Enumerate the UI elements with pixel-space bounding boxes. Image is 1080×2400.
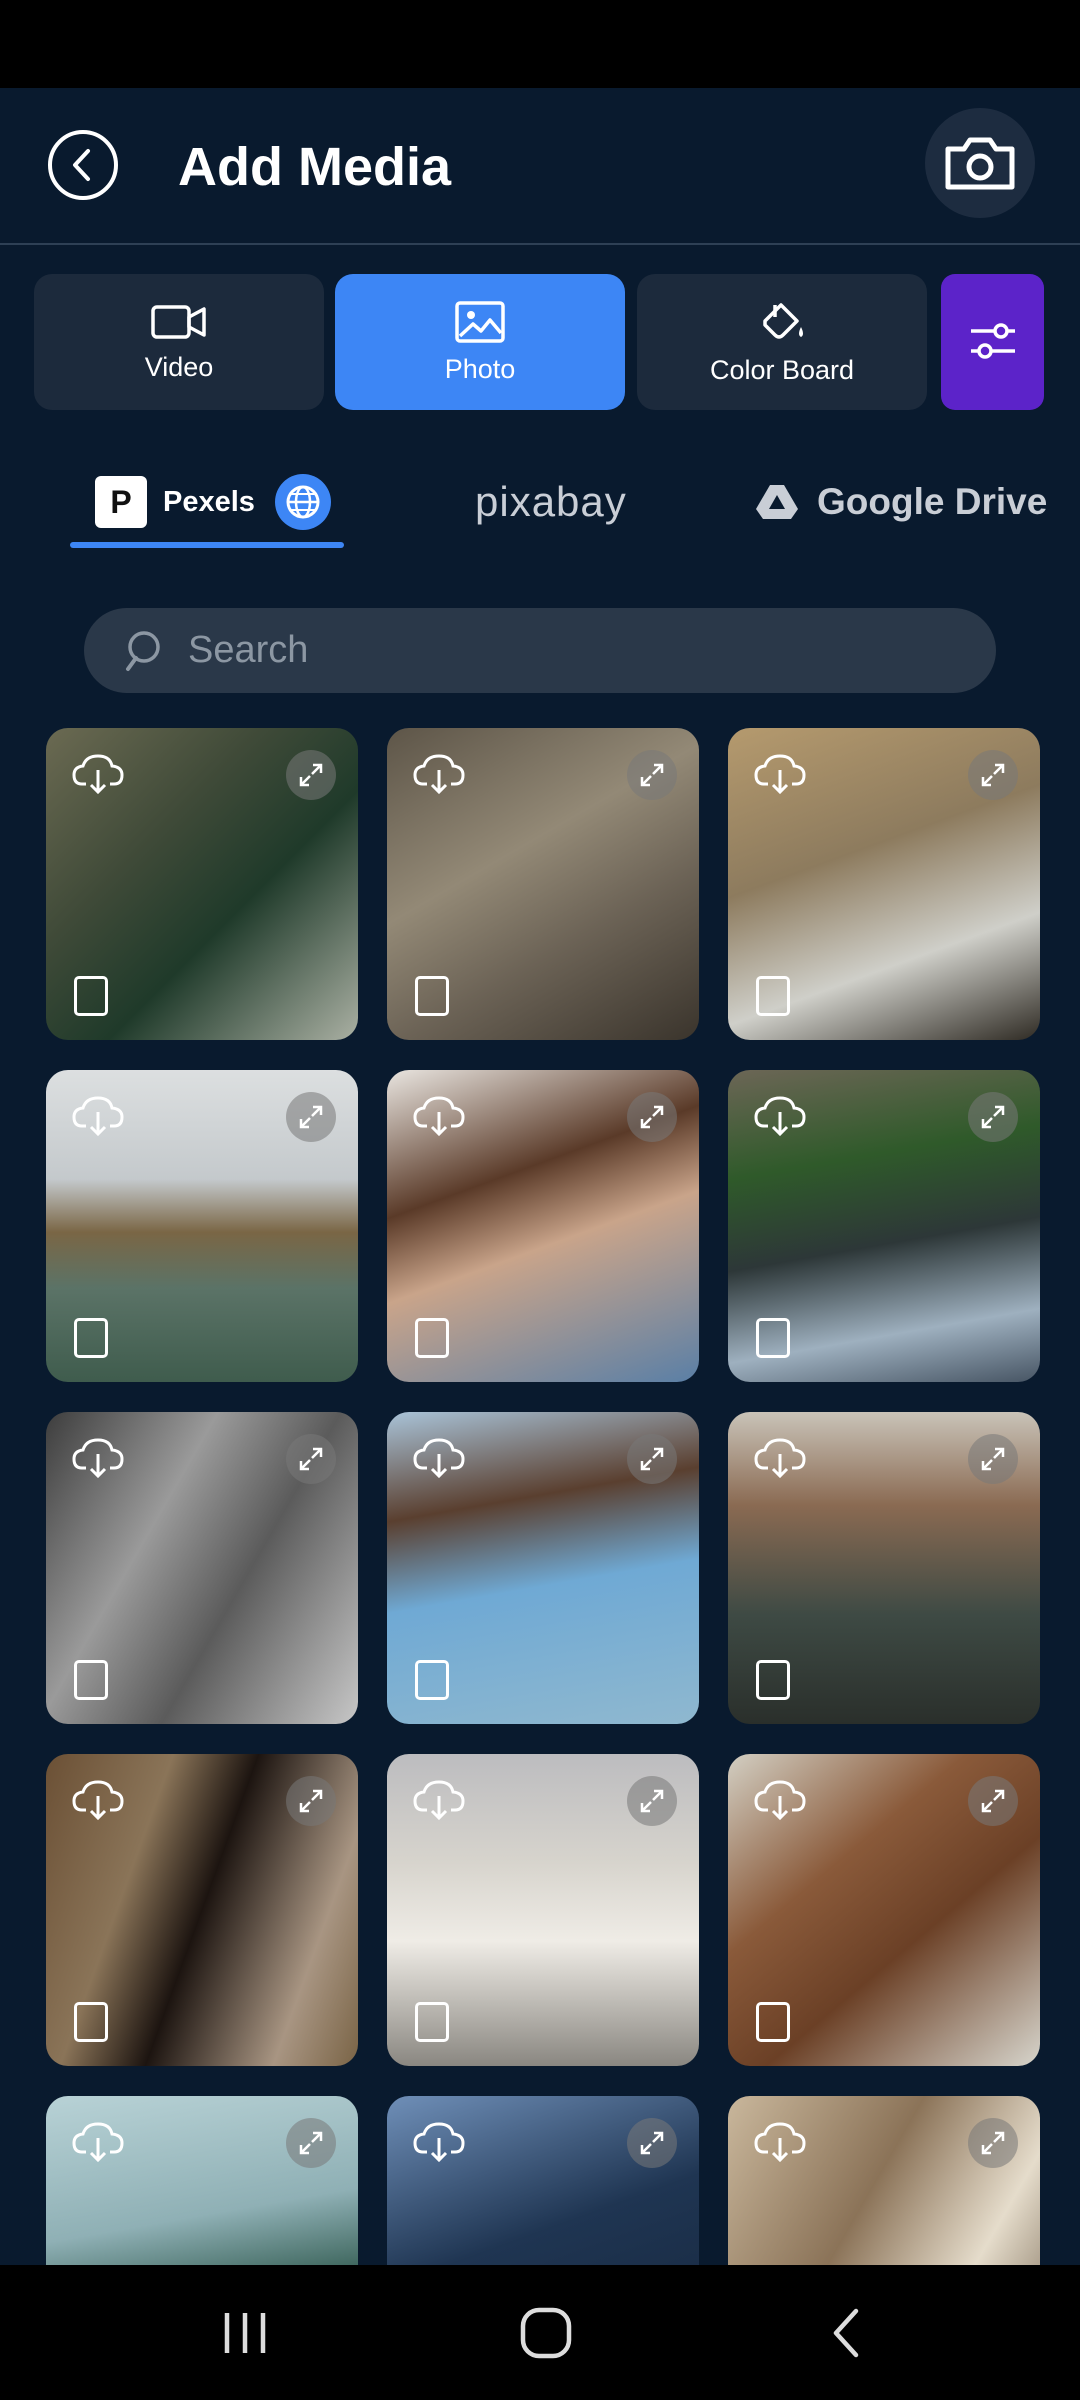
expand-icon[interactable] bbox=[968, 1092, 1018, 1142]
photo-street-sign[interactable] bbox=[46, 2096, 358, 2265]
header: Add Media bbox=[0, 88, 1080, 245]
system-navigation-bar bbox=[0, 2265, 1080, 2400]
source-google-drive-label: Google Drive bbox=[817, 481, 1048, 522]
expand-icon[interactable] bbox=[968, 1434, 1018, 1484]
download-cloud-icon[interactable] bbox=[754, 754, 806, 795]
photo-doorway[interactable] bbox=[728, 2096, 1040, 2265]
download-cloud-icon[interactable] bbox=[72, 754, 124, 795]
active-source-indicator bbox=[70, 542, 344, 548]
download-cloud-icon[interactable] bbox=[413, 1780, 465, 1821]
expand-icon[interactable] bbox=[627, 1776, 677, 1826]
paint-bucket-icon bbox=[763, 302, 803, 339]
download-cloud-icon[interactable] bbox=[413, 754, 465, 795]
back-button[interactable] bbox=[48, 130, 118, 200]
expand-icon[interactable] bbox=[286, 2118, 336, 2168]
film-frame-icon bbox=[415, 2002, 449, 2042]
camera-icon bbox=[945, 137, 1015, 190]
photo-lizard[interactable] bbox=[728, 728, 1040, 1040]
image-icon bbox=[455, 300, 505, 343]
film-frame-icon bbox=[756, 1318, 790, 1358]
search-icon bbox=[126, 630, 160, 671]
sliders-icon bbox=[970, 323, 1015, 359]
tab-color-board-label: Color Board bbox=[709, 354, 855, 385]
download-cloud-icon[interactable] bbox=[72, 1780, 124, 1821]
filter-button[interactable] bbox=[941, 274, 1044, 410]
home-icon bbox=[520, 2307, 572, 2358]
status-bar bbox=[0, 0, 1080, 88]
film-frame-icon bbox=[756, 2002, 790, 2042]
tab-video[interactable]: Video bbox=[34, 274, 324, 410]
film-frame-icon bbox=[415, 1660, 449, 1700]
tab-video-label: Video bbox=[144, 351, 214, 382]
recent-apps-icon bbox=[224, 2312, 266, 2353]
photo-grid bbox=[0, 725, 1080, 2265]
photo-skyscraper[interactable] bbox=[387, 2096, 699, 2265]
photo-venice-canal[interactable] bbox=[728, 1412, 1040, 1724]
film-frame-icon bbox=[415, 976, 449, 1016]
google-drive-icon bbox=[756, 485, 798, 519]
expand-icon[interactable] bbox=[968, 1776, 1018, 1826]
download-cloud-icon[interactable] bbox=[754, 1780, 806, 1821]
photo-man-green-sweater[interactable] bbox=[46, 728, 358, 1040]
back-nav-button[interactable] bbox=[766, 2265, 926, 2400]
photo-woman-profile[interactable] bbox=[46, 1754, 358, 2066]
download-cloud-icon[interactable] bbox=[754, 1096, 806, 1137]
expand-icon[interactable] bbox=[968, 750, 1018, 800]
download-cloud-icon[interactable] bbox=[413, 2122, 465, 2163]
expand-icon[interactable] bbox=[286, 1434, 336, 1484]
page-title: Add Media bbox=[178, 137, 452, 197]
download-cloud-icon[interactable] bbox=[754, 2122, 806, 2163]
photo-woman-waterfall[interactable] bbox=[728, 1070, 1040, 1382]
source-tabs: P Pexels pixabay Google Drive bbox=[0, 462, 1080, 552]
source-pexels[interactable]: P Pexels bbox=[95, 462, 331, 542]
film-frame-icon bbox=[74, 1318, 108, 1358]
photo-deer[interactable] bbox=[728, 1754, 1040, 2066]
download-cloud-icon[interactable] bbox=[413, 1096, 465, 1137]
expand-icon[interactable] bbox=[286, 1092, 336, 1142]
tab-photo[interactable]: Photo bbox=[335, 274, 625, 410]
expand-icon[interactable] bbox=[627, 1092, 677, 1142]
film-frame-icon bbox=[756, 1660, 790, 1700]
source-google-drive[interactable]: Google Drive bbox=[755, 462, 1047, 542]
film-frame-icon bbox=[415, 1318, 449, 1358]
film-frame-icon bbox=[756, 976, 790, 1016]
photo-woman-sea[interactable] bbox=[387, 1412, 699, 1724]
expand-icon[interactable] bbox=[968, 2118, 1018, 2168]
camera-button[interactable] bbox=[925, 108, 1035, 218]
download-cloud-icon[interactable] bbox=[72, 2122, 124, 2163]
download-cloud-icon[interactable] bbox=[72, 1438, 124, 1479]
film-frame-icon bbox=[74, 1660, 108, 1700]
home-button[interactable] bbox=[466, 2265, 626, 2400]
download-cloud-icon[interactable] bbox=[754, 1438, 806, 1479]
video-camera-icon bbox=[151, 304, 206, 339]
photo-rock-cliff[interactable] bbox=[387, 728, 699, 1040]
globe-icon[interactable] bbox=[274, 474, 331, 530]
pexels-logo-icon: P bbox=[95, 476, 147, 528]
expand-icon[interactable] bbox=[627, 1434, 677, 1484]
source-pixabay[interactable]: pixabay bbox=[475, 462, 627, 542]
search-input[interactable]: Search bbox=[84, 608, 996, 693]
pixabay-logo: pixabay bbox=[475, 478, 627, 525]
source-pexels-label: Pexels bbox=[163, 485, 255, 518]
expand-icon[interactable] bbox=[286, 1776, 336, 1826]
expand-icon[interactable] bbox=[286, 750, 336, 800]
expand-icon[interactable] bbox=[627, 2118, 677, 2168]
photo-street-bw[interactable] bbox=[46, 1412, 358, 1724]
download-cloud-icon[interactable] bbox=[413, 1438, 465, 1479]
tab-photo-label: Photo bbox=[444, 353, 516, 384]
media-type-tabs: Video Photo Color Board bbox=[0, 274, 1080, 410]
back-chevron-icon bbox=[833, 2308, 859, 2357]
film-frame-icon bbox=[74, 976, 108, 1016]
photo-tower-building[interactable] bbox=[387, 1754, 699, 2066]
film-frame-icon bbox=[74, 2002, 108, 2042]
photo-sea-coast[interactable] bbox=[46, 1070, 358, 1382]
expand-icon[interactable] bbox=[627, 750, 677, 800]
photo-woman-hair[interactable] bbox=[387, 1070, 699, 1382]
chevron-left-icon bbox=[73, 149, 90, 181]
search-placeholder: Search bbox=[188, 629, 309, 671]
recent-apps-button[interactable] bbox=[165, 2265, 325, 2400]
download-cloud-icon[interactable] bbox=[72, 1096, 124, 1137]
tab-color-board[interactable]: Color Board bbox=[637, 274, 927, 410]
